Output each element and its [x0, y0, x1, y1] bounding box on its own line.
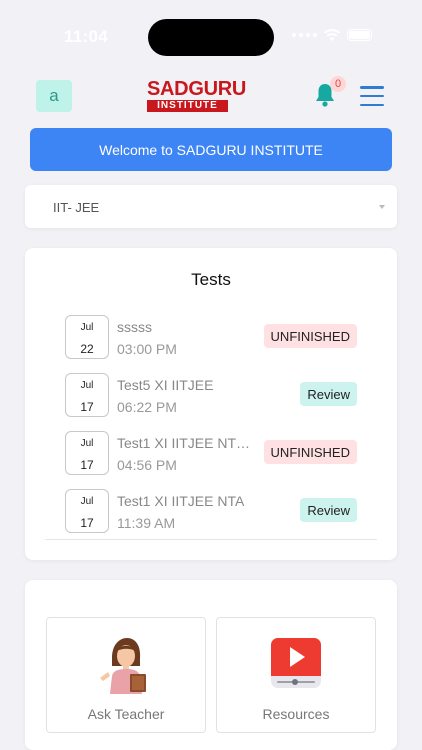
- test-name: Test1 XI IITJEE NTA: [117, 493, 245, 509]
- test-status-badge[interactable]: UNFINISHED: [263, 440, 357, 464]
- video-player-icon: [271, 638, 321, 688]
- course-dropdown[interactable]: IIT- JEE: [25, 185, 397, 228]
- battery-icon: [347, 29, 372, 41]
- resources-label: Resources: [262, 706, 330, 722]
- resources-tile[interactable]: Resources: [216, 617, 376, 733]
- test-name: sssss: [117, 319, 152, 335]
- logo-wordmark: SADGURU: [147, 78, 247, 100]
- test-name: Test5 XI IITJEE: [117, 377, 214, 393]
- welcome-banner: Welcome to SADGURU INSTITUTE: [30, 128, 392, 171]
- test-month: Jul: [80, 496, 94, 507]
- test-date-box: Jul 22: [65, 315, 109, 359]
- test-day: 17: [80, 458, 94, 472]
- quick-links-card: Ask Teacher Resources: [25, 580, 397, 750]
- wifi-icon: [323, 28, 341, 41]
- system-icons: [292, 28, 372, 42]
- test-time: 04:56 PM: [117, 457, 177, 473]
- status-time: 11:04: [64, 27, 109, 46]
- app-header: a SADGURU INSTITUTE 0: [0, 70, 422, 122]
- dropdown-caret-icon: [379, 205, 385, 209]
- test-day: 17: [80, 516, 94, 530]
- test-day: 17: [80, 400, 94, 414]
- cellular-signal-icon: [292, 33, 317, 37]
- test-row[interactable]: Jul 17 Test5 XI IITJEE 06:22 PM Review: [65, 373, 357, 421]
- ask-teacher-tile[interactable]: Ask Teacher: [46, 617, 206, 733]
- test-month: Jul: [80, 322, 94, 333]
- notification-count-badge: 0: [330, 76, 346, 92]
- test-time: 11:39 AM: [117, 515, 176, 531]
- test-month: Jul: [80, 438, 94, 449]
- test-time: 06:22 PM: [117, 399, 177, 415]
- course-dropdown-value: IIT- JEE: [53, 200, 100, 215]
- status-bar: 11:04: [0, 0, 422, 70]
- institute-logo: SADGURU INSTITUTE: [147, 78, 247, 112]
- teacher-icon: [100, 638, 146, 694]
- logo-subtitle: INSTITUTE: [147, 100, 228, 112]
- test-date-box: Jul 17: [65, 431, 109, 475]
- avatar[interactable]: a: [36, 80, 72, 112]
- tests-card: Tests Jul 22 sssss 03:00 PM UNFINISHED J…: [25, 248, 397, 560]
- dynamic-island: [148, 19, 274, 56]
- test-status-badge[interactable]: Review: [300, 382, 357, 406]
- test-month: Jul: [80, 380, 94, 391]
- test-row[interactable]: Jul 22 sssss 03:00 PM UNFINISHED: [65, 315, 357, 363]
- test-name: Test1 XI IITJEE NT…: [117, 435, 251, 451]
- test-row[interactable]: Jul 17 Test1 XI IITJEE NT… 04:56 PM UNFI…: [65, 431, 357, 479]
- test-status-badge[interactable]: UNFINISHED: [263, 324, 357, 348]
- test-date-box: Jul 17: [65, 373, 109, 417]
- ask-teacher-label: Ask Teacher: [87, 706, 165, 722]
- test-date-box: Jul 17: [65, 489, 109, 533]
- tests-title: Tests: [191, 270, 231, 289]
- test-row[interactable]: Jul 17 Test1 XI IITJEE NTA 11:39 AM Revi…: [65, 489, 357, 537]
- test-day: 22: [80, 342, 94, 356]
- test-status-badge[interactable]: Review: [300, 498, 357, 522]
- hamburger-menu-icon[interactable]: [360, 86, 384, 106]
- test-time: 03:00 PM: [117, 341, 177, 357]
- divider: [45, 539, 377, 540]
